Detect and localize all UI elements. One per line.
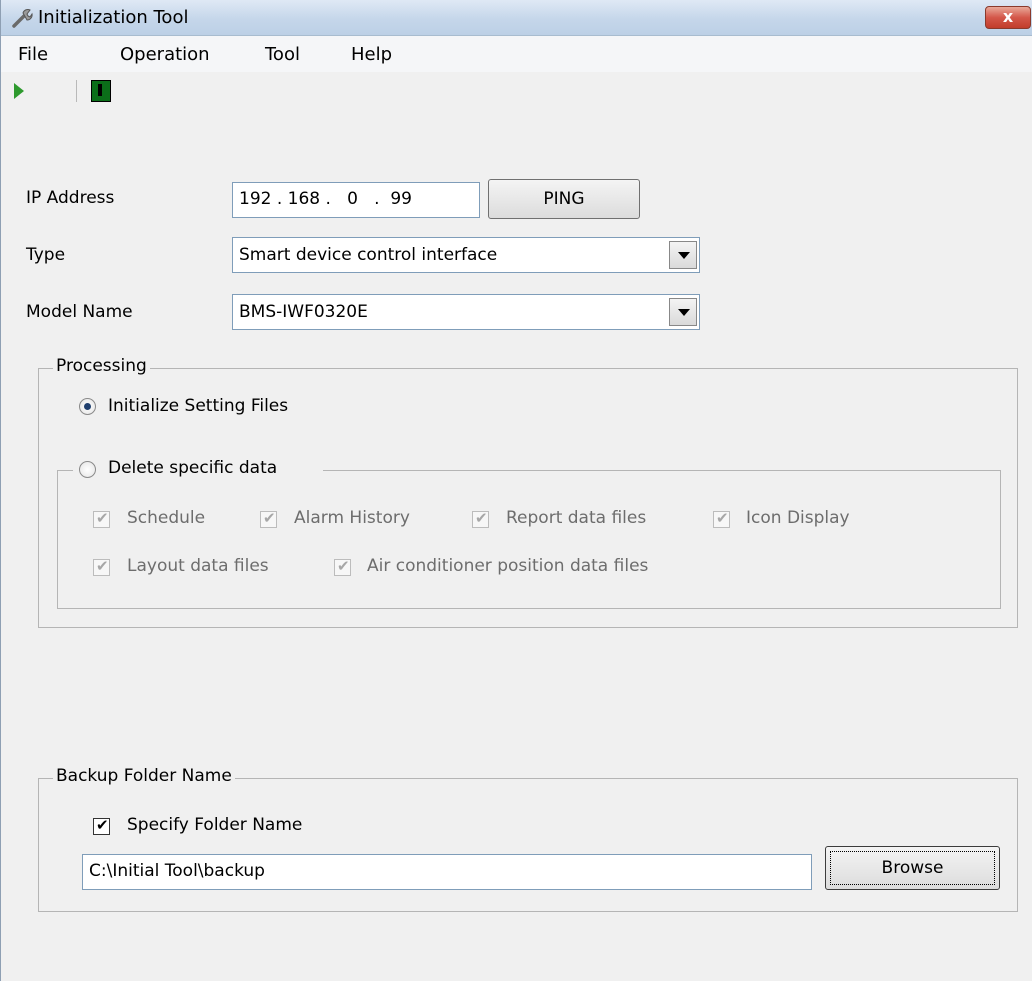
schedule-checkbox[interactable]: ✔ <box>93 509 110 528</box>
air-conditioner-position-checkbox[interactable]: ✔ <box>334 557 351 576</box>
model-name-label: Model Name <box>26 302 133 322</box>
chevron-down-icon[interactable] <box>669 241 697 269</box>
browse-button[interactable]: Browse <box>825 846 1000 890</box>
alarm-history-label: Alarm History <box>294 508 410 528</box>
delete-specific-data-radio[interactable] <box>79 461 96 478</box>
chevron-down-icon[interactable] <box>669 298 697 326</box>
layout-data-files-checkbox[interactable]: ✔ <box>93 557 110 576</box>
specify-folder-label[interactable]: Specify Folder Name <box>127 815 302 835</box>
initialize-radio-label[interactable]: Initialize Setting Files <box>108 396 288 416</box>
run-icon[interactable] <box>14 83 24 99</box>
specify-folder-checkbox[interactable]: ✔ <box>93 816 110 835</box>
report-data-files-label: Report data files <box>506 508 647 528</box>
menu-file[interactable]: File <box>18 44 48 65</box>
ip-address-field[interactable]: 192 . 168 . 0 . 99 <box>232 182 480 218</box>
toolbar <box>1 72 1032 108</box>
title-bar[interactable]: Initialization Tool x <box>1 0 1032 36</box>
report-data-files-checkbox[interactable]: ✔ <box>472 509 489 528</box>
ip-address-label: IP Address <box>26 188 115 208</box>
backup-folder-group <box>38 778 1018 912</box>
icon-display-checkbox[interactable]: ✔ <box>713 509 730 528</box>
menu-bar: File Operation Tool Help <box>1 36 1032 72</box>
window-title: Initialization Tool <box>38 7 189 28</box>
wrench-icon <box>12 9 33 28</box>
type-dropdown[interactable]: Smart device control interface <box>232 237 700 273</box>
menu-operation[interactable]: Operation <box>120 44 210 65</box>
ping-button[interactable]: PING <box>488 179 640 219</box>
alarm-history-checkbox[interactable]: ✔ <box>260 509 277 528</box>
icon-display-label: Icon Display <box>746 508 850 528</box>
close-button[interactable]: x <box>985 6 1031 29</box>
type-label: Type <box>26 245 66 265</box>
initialization-tool-window: Initialization Tool x File Operation Too… <box>0 0 1032 981</box>
type-selected-value: Smart device control interface <box>239 245 498 265</box>
delete-specific-data-group <box>57 470 1001 609</box>
exit-icon[interactable] <box>91 80 111 102</box>
model-name-dropdown[interactable]: BMS-IWF0320E <box>232 294 700 330</box>
schedule-label: Schedule <box>127 508 206 528</box>
menu-help[interactable]: Help <box>351 44 392 65</box>
layout-data-files-label: Layout data files <box>127 556 269 576</box>
toolbar-separator <box>76 80 77 102</box>
processing-group-title: Processing <box>53 356 150 376</box>
menu-tool[interactable]: Tool <box>265 44 300 65</box>
air-conditioner-position-label: Air conditioner position data files <box>367 556 649 576</box>
initialize-radio[interactable] <box>79 398 96 415</box>
delete-specific-data-label[interactable]: Delete specific data <box>108 458 277 478</box>
backup-folder-group-title: Backup Folder Name <box>53 766 235 786</box>
model-selected-value: BMS-IWF0320E <box>239 302 368 322</box>
backup-path-field[interactable]: C:\Initial Tool\backup <box>82 854 812 890</box>
